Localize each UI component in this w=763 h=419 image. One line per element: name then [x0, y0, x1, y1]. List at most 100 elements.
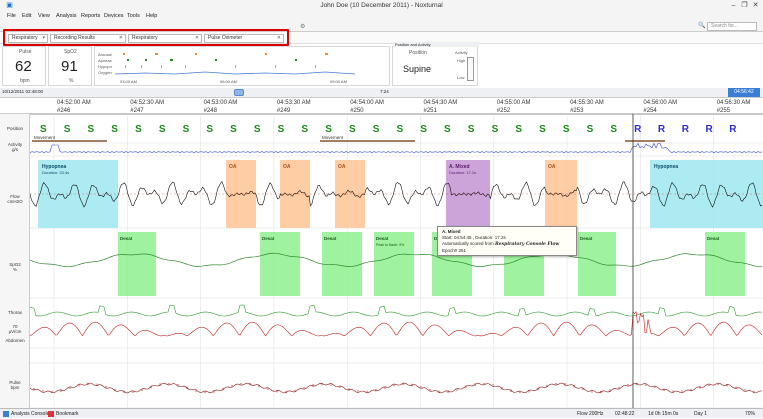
search-icon: 🔍: [698, 23, 705, 30]
epoch-number: #251: [424, 108, 438, 114]
menu-reports[interactable]: Reports: [81, 11, 100, 22]
settings-icon[interactable]: ⚙: [300, 23, 305, 30]
position-mark: S: [373, 124, 380, 135]
search-input[interactable]: 🔍 Search for...: [707, 22, 757, 31]
app-icon: ▣: [4, 0, 15, 11]
channel-label-activity: Activity g/s: [0, 142, 30, 152]
spo2-panel: SpO2 91 %: [48, 46, 92, 86]
activity-low-label: Low: [457, 75, 464, 80]
position-mark: S: [230, 124, 237, 135]
navigation-strip: 10/12/2011 02:48:00 7:24 04:56:42: [0, 88, 763, 98]
thorax-trace: [30, 305, 762, 316]
ruler-time: 04:52:00 AM: [57, 100, 91, 106]
signal-view[interactable]: 04:52:00 AM #246 04:52:30 AM #247 04:53:00 A…: [30, 98, 763, 408]
channel-label-thorax: Thorax: [0, 310, 30, 315]
overview-panel: Arousal Apneas Hypopn Oxygen 03:00 AM 06…: [94, 46, 390, 86]
position-mark: S: [183, 124, 190, 135]
desat-label: Desat: [120, 236, 133, 241]
abdomen-trace: [30, 312, 762, 336]
menu-edit[interactable]: Edit: [22, 11, 31, 22]
ruler-time: 04:55:00 AM: [497, 100, 531, 106]
menu-help[interactable]: Help: [146, 11, 157, 22]
pulse-panel: Pulse 62 bpm: [2, 46, 46, 86]
position-mark: S: [444, 124, 451, 135]
overview-hypnogram: [115, 50, 375, 78]
position-mark: S: [254, 124, 261, 135]
desat-region: [260, 232, 300, 296]
menu-file[interactable]: File: [7, 11, 16, 22]
close-icon[interactable]: ✕: [750, 0, 761, 11]
ruler-time: 04:54:00 AM: [350, 100, 384, 106]
position-mark: S: [40, 124, 47, 135]
position-mark: S: [88, 124, 95, 135]
highlight-box: [3, 29, 289, 46]
hypopnea-label: Hypopnea: [654, 164, 678, 170]
position-mark: S: [135, 124, 142, 135]
channel-label-abdomen: Abdomen: [0, 338, 30, 343]
status-bar: Analysis Console Bookmark Flow 200Hz 02:…: [0, 408, 763, 418]
minimize-icon[interactable]: –: [728, 0, 739, 11]
epoch-number: #248: [204, 108, 218, 114]
overview-time: 06:00 AM: [220, 79, 237, 84]
position-mark: S: [539, 124, 546, 135]
position-mark: R: [658, 124, 666, 135]
pulse-trace: [30, 383, 762, 393]
epoch-number: #255: [717, 108, 731, 114]
overview-row-label: Hypopn: [98, 64, 112, 69]
desat-region: [705, 232, 745, 296]
navigation-thumb[interactable]: [234, 89, 244, 96]
ruler-time: 04:53:30 AM: [277, 100, 311, 106]
hypopnea-duration: Duration: 33.4s: [42, 170, 69, 175]
menu-tools[interactable]: Tools: [127, 11, 140, 22]
ruler-time: 04:53:00 AM: [204, 100, 238, 106]
channel-label-flow: Flow cmH2O: [0, 194, 30, 204]
position-label: Position: [409, 50, 427, 56]
title-bar: John Doe (10 December 2011) - Noxturnal …: [0, 0, 763, 11]
ruler-time: 04:55:30 AM: [570, 100, 604, 106]
navigation-label: 7:24: [380, 89, 389, 94]
oa-label: OA: [283, 164, 291, 170]
position-mark: S: [468, 124, 475, 135]
desat-drop: Peak to Nadir: 9%: [376, 243, 404, 247]
menu-analysis[interactable]: Analysis: [56, 11, 76, 22]
epoch-number: #250: [350, 108, 364, 114]
pulse-value: 62: [15, 58, 32, 75]
activity-high-label: High: [457, 58, 465, 63]
position-panel-header: Position and Activity: [393, 42, 479, 47]
bookmark-icon: [48, 411, 54, 417]
position-mark: R: [682, 124, 690, 135]
channel-label-pulse: Pulse bpm: [0, 380, 30, 390]
oa-label: OA: [338, 164, 346, 170]
pulse-unit: bpm: [20, 78, 30, 84]
desat-region: [374, 232, 414, 296]
desat-region: [322, 232, 362, 296]
desat-label: Desat: [324, 236, 337, 241]
position-mark: S: [587, 124, 594, 135]
ruler-time: 04:56:30 AM: [717, 100, 751, 106]
movement-bar: [32, 140, 107, 142]
current-time-badge[interactable]: 04:56:42: [728, 88, 760, 97]
overview-row-label: Oxygen: [98, 70, 112, 75]
console-icon: [3, 411, 9, 417]
desat-label: Desat: [262, 236, 275, 241]
desat-region: [578, 232, 616, 296]
overview-time: 03:00 AM: [120, 79, 137, 84]
movement-bar: [320, 140, 415, 142]
position-mark: R: [729, 124, 737, 135]
menu-view[interactable]: View: [38, 11, 50, 22]
position-mark: R: [705, 124, 713, 135]
channel-label-column: Position Activity g/s Flow cmH2O SpO2 % …: [0, 114, 30, 408]
overview-time: 09:00 AM: [330, 79, 347, 84]
movement-label: Movement: [322, 135, 344, 140]
position-mark: S: [349, 124, 356, 135]
position-mark: S: [515, 124, 522, 135]
activity-meter: [467, 57, 474, 81]
window-title: John Doe (10 December 2011) - Noxturnal: [320, 2, 442, 9]
epoch-number: #249: [277, 108, 291, 114]
menu-devices[interactable]: Devices: [104, 11, 124, 22]
position-mark: S: [563, 124, 570, 135]
maximize-icon[interactable]: ❐: [739, 0, 750, 11]
position-mark: S: [206, 124, 213, 135]
position-mark: S: [111, 124, 118, 135]
menu-bar: File Edit View Analysis Reports Devices …: [0, 11, 763, 22]
